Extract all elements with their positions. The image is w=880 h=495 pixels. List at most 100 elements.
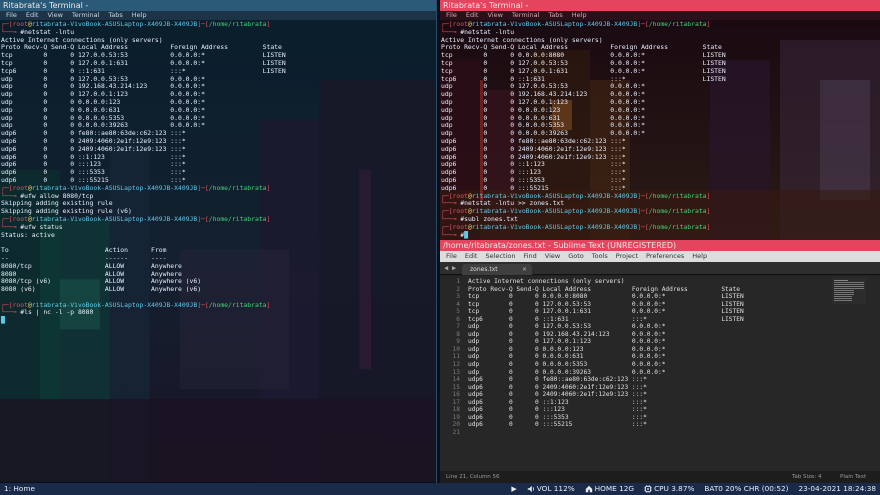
menu-terminal[interactable]: Terminal	[72, 11, 99, 20]
code-line: udp 0 0 192.168.43.214:123 0.0.0.0:*	[468, 330, 666, 338]
terminal-text: root	[12, 183, 28, 192]
menu-view[interactable]: View	[545, 251, 560, 262]
volume-item[interactable]: VOL 112%	[527, 483, 575, 495]
window-title[interactable]: /home/ritabrata/zones.txt - Sublime Text…	[440, 240, 880, 251]
terminal-body[interactable]: ┌─[root@ritabrata-VivoBook-ASUSLaptop-X4…	[0, 20, 436, 483]
status-tab-size[interactable]: Tab Size: 4	[792, 471, 821, 483]
menu-preferences[interactable]: Preferences	[646, 251, 684, 262]
terminal-text: Skipping adding existing rule	[1, 199, 113, 208]
menu-tools[interactable]: Tools	[592, 251, 608, 262]
terminal-text: 8080 ALLOW Anywhere	[1, 269, 182, 278]
tab-scroll-right-icon[interactable]: ▶	[452, 262, 456, 275]
terminal-output: ┌─[root@ritabrata-VivoBook-ASUSLaptop-X4…	[1, 20, 436, 325]
minimap-icon[interactable]	[832, 278, 866, 304]
terminal-text: udp6 0 0 2409:4060:2e1f:12e9:123 :::*	[441, 152, 626, 161]
clock-item[interactable]: 23-04-2021 18:24:38	[799, 483, 877, 495]
line-number: 1	[456, 278, 460, 285]
menu-edit[interactable]: Edit	[26, 11, 39, 20]
menu-tabs[interactable]: Tabs	[108, 11, 122, 20]
workspace-indicator[interactable]: 1: Home	[4, 483, 35, 495]
menu-edit[interactable]: Edit	[465, 251, 478, 262]
tab-bar: ◀ ▶ zones.txt ×	[440, 262, 880, 275]
code-editor[interactable]: 1 2 3 4 5 6 7 8 9 10 11 12 13 14 15 16 17 18 19 20 21 Active…	[440, 276, 880, 471]
terminal-text: ]─[	[197, 300, 209, 309]
window-title[interactable]: Ritabrata's Terminal -	[0, 0, 436, 11]
terminal-text: ┌─[	[441, 207, 453, 216]
terminal-menubar: File Edit View Terminal Tabs Help	[0, 11, 436, 20]
close-icon[interactable]: ×	[522, 264, 527, 275]
code-line: udp 0 0 0.0.0.0:123 0.0.0.0:*	[468, 345, 666, 353]
left-terminal-window[interactable]: Ritabrata's Terminal - File Edit View Te…	[0, 0, 437, 483]
line-number: 16	[452, 391, 460, 399]
tab-scroll-left-icon[interactable]: ◀	[444, 262, 448, 275]
terminal-text: ]	[706, 222, 711, 231]
terminal-text: └──╼	[441, 214, 461, 223]
cpu-label: CPU 3.87%	[654, 484, 695, 493]
terminal-text: └──╼	[1, 191, 21, 200]
terminal-text: └──╼	[1, 222, 21, 231]
menu-tabs[interactable]: Tabs	[548, 11, 562, 20]
terminal-text: ritabrata-VivoBook-ASUSLaptop-X409JB-X40…	[31, 214, 198, 223]
menu-view[interactable]: View	[487, 11, 502, 20]
terminal-text: ]─[	[197, 20, 209, 28]
line-number: 6	[456, 315, 460, 323]
cpu-item[interactable]: CPU 3.87%	[644, 483, 694, 495]
terminal-text: └──╼	[441, 27, 461, 36]
terminal-text: └──╼	[441, 199, 461, 208]
line-number: 15	[452, 383, 460, 391]
terminal-text: Active Internet connections (only server…	[441, 35, 603, 44]
menu-file[interactable]: File	[446, 11, 457, 20]
media-play-item[interactable]: ▶	[511, 483, 516, 495]
terminal-text: To Action From	[1, 246, 167, 255]
terminal-body[interactable]: ┌─[root@ritabrata-VivoBook-ASUSLaptop-X4…	[440, 20, 880, 240]
menu-file[interactable]: File	[6, 11, 17, 20]
menu-file[interactable]: File	[446, 251, 457, 262]
terminal-line: └──╼ #█	[441, 231, 880, 240]
menu-terminal[interactable]: Terminal	[512, 11, 539, 20]
menu-selection[interactable]: Selection	[485, 251, 515, 262]
terminal-text: /home/ritabrata	[648, 191, 707, 200]
line-number-gutter: 1 2 3 4 5 6 7 8 9 10 11 12 13 14 15 16 17 18 19 20 21	[440, 278, 460, 436]
right-terminal-window[interactable]: Ritabrata's Terminal - File Edit View Te…	[440, 0, 880, 240]
terminal-menubar: File Edit View Terminal Tabs Help	[440, 11, 880, 20]
terminal-text: udp 0 0 0.0.0.0:5353 0.0.0.0:*	[441, 121, 645, 130]
menu-project[interactable]: Project	[616, 251, 638, 262]
menu-edit[interactable]: Edit	[466, 11, 479, 20]
menu-goto[interactable]: Goto	[568, 251, 584, 262]
terminal-text: ┌─[	[441, 222, 453, 231]
code-line: udp 0 0 0.0.0.0:5353 0.0.0.0:*	[468, 361, 666, 369]
status-syntax[interactable]: Plain Text	[840, 471, 866, 483]
battery-item[interactable]: BAT0 20% CHR (00:52)	[704, 483, 788, 495]
terminal-text: #netstat -lntu >> zones.txt	[460, 199, 565, 208]
terminal-text: /home/ritabrata	[648, 222, 707, 231]
home-disk-item[interactable]: HOME 12G	[585, 483, 634, 495]
terminal-text: ]─[	[637, 207, 649, 216]
code-line: udp6 0 0 ::1:123 :::*	[468, 398, 647, 406]
terminal-text: udp 0 0 127.0.0.1:123 0.0.0.0:*	[441, 97, 645, 106]
code-line: udp 0 0 0.0.0.0:631 0.0.0.0:*	[468, 353, 666, 361]
terminal-text: ]	[706, 207, 711, 216]
terminal-text: udp6 0 0 :::5353 :::*	[441, 175, 626, 184]
terminal-text: Proto Recv-Q Send-Q Local Address Foreig…	[441, 43, 722, 52]
menu-view[interactable]: View	[47, 11, 62, 20]
window-title[interactable]: Ritabrata's Terminal -	[440, 0, 880, 11]
terminal-text: udp6 0 0 2409:4060:2e1f:12e9:123 :::*	[441, 144, 626, 153]
menu-help[interactable]: Help	[132, 11, 147, 20]
sublime-menubar: File Edit Selection Find View Goto Tools…	[440, 251, 880, 262]
line-number: 14	[452, 376, 460, 384]
editor-text[interactable]: Active Internet connections (only server…	[468, 278, 744, 436]
terminal-text: udp 0 0 0.0.0.0:39263 0.0.0.0:*	[441, 129, 645, 138]
terminal-text: #ufw status	[20, 222, 63, 231]
volume-icon	[527, 485, 534, 493]
code-line: udp6 0 0 :::55215 :::*	[468, 421, 647, 429]
menu-help[interactable]: Help	[572, 11, 587, 20]
line-number: 9	[456, 338, 460, 346]
terminal-line: 8080 (v6) ALLOW Anywhere (v6)	[1, 285, 436, 294]
tab-zones-txt[interactable]: zones.txt ×	[462, 264, 532, 275]
sublime-text-window[interactable]: /home/ritabrata/zones.txt - Sublime Text…	[440, 240, 880, 483]
terminal-text: udp 0 0 0.0.0.0:631 0.0.0.0:*	[1, 105, 205, 114]
cpu-icon	[644, 485, 653, 493]
menu-find[interactable]: Find	[523, 251, 536, 262]
menu-help[interactable]: Help	[692, 251, 707, 262]
terminal-text: root	[12, 214, 28, 223]
